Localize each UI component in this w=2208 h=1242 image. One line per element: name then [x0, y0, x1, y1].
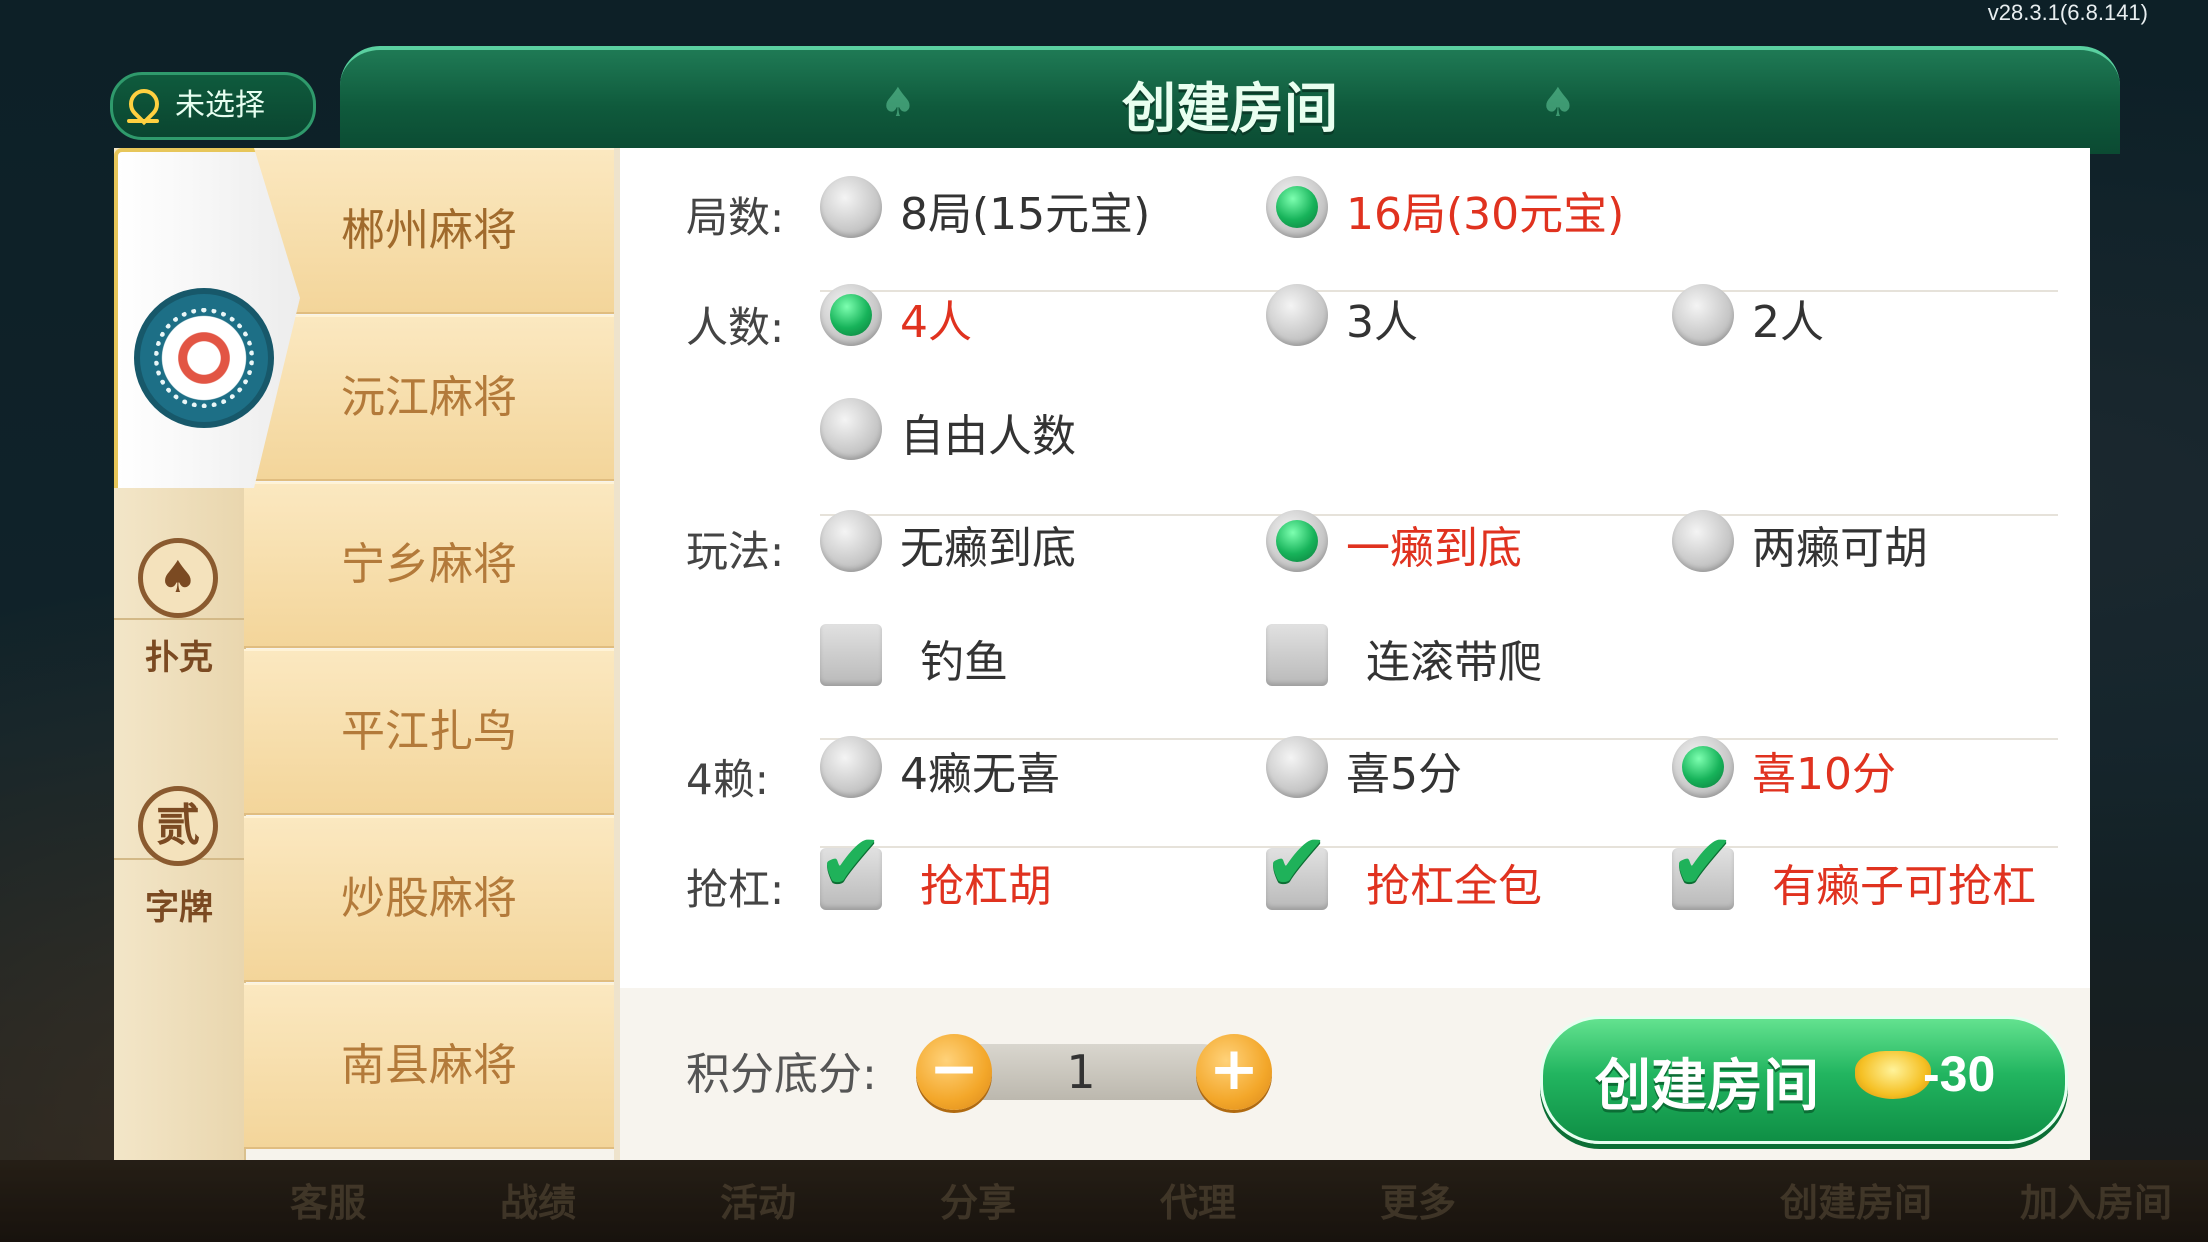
radio-button-selected — [1266, 176, 1328, 238]
radio-button — [820, 398, 882, 460]
rounds-option-16[interactable]: 16局(30元宝) — [1266, 174, 1646, 244]
radio-button — [820, 736, 882, 798]
category-zipai[interactable]: 贰 字牌 — [114, 768, 244, 1008]
minus-button[interactable]: − — [916, 1034, 992, 1110]
rules-option-none[interactable]: 无癞到底 — [820, 508, 1120, 578]
create-room-cost: -30 — [1923, 1046, 1996, 1102]
dialog-header: ♠ ♠ 创建房间 ✕ — [340, 46, 2120, 154]
radio-button — [820, 510, 882, 572]
checkbox — [1266, 624, 1328, 686]
dialog-title: 创建房间 — [1122, 77, 1338, 140]
options-panel: 局数: 8局(15元宝) 16局(30元宝) 人数: 4人 3人 2人 自由人数… — [620, 148, 2090, 988]
create-room-label: 创建房间 — [1595, 1054, 1819, 1119]
players-option-free[interactable]: 自由人数 — [820, 396, 1120, 466]
plus-button[interactable]: + — [1196, 1034, 1272, 1110]
radio-button-selected — [820, 284, 882, 346]
dialog-body: ♠ 扑克 贰 字牌 郴州麻将 沅江麻将 宁乡麻将 平江扎鸟 炒股麻将 南县麻将 … — [114, 148, 2090, 1160]
location-selector[interactable]: 未选择 — [110, 72, 316, 140]
score-label: 积分底分: — [686, 1049, 877, 1100]
create-room-dialog: ♠ ♠ 创建房间 ✕ 未选择 ♠ 扑克 贰 字牌 郴州麻将 沅江麻将 — [110, 40, 2120, 1160]
radio-button — [1266, 736, 1328, 798]
category-poker-label: 扑克 — [145, 638, 213, 678]
mahjong-icon — [134, 288, 274, 428]
zipai-icon: 贰 — [138, 786, 218, 866]
checkbox — [820, 624, 882, 686]
rules-check-fishing[interactable]: 钓鱼 — [820, 622, 1080, 692]
checkbox-checked — [1670, 818, 1735, 910]
game-item[interactable]: 南县麻将 — [244, 983, 614, 1149]
radio-button — [1672, 510, 1734, 572]
version-label: v28.3.1(6.8.141) — [1987, 0, 2148, 25]
checkbox-checked — [1264, 818, 1329, 910]
players-option-3[interactable]: 3人 — [1266, 282, 1466, 352]
radio-button-selected — [1672, 736, 1734, 798]
location-label: 未选择 — [175, 88, 265, 123]
dialog-footer: 积分底分: 1 − + 创建房间 -30 — [620, 988, 2090, 1160]
rules-option-one[interactable]: 一癞到底 — [1266, 508, 1566, 578]
game-item[interactable]: 炒股麻将 — [244, 816, 614, 982]
game-item[interactable]: 沅江麻将 — [244, 315, 614, 481]
qianggang-check-hu[interactable]: 抢杠胡 — [818, 818, 1120, 916]
qianggang-check-all[interactable]: 抢杠全包 — [1264, 818, 1606, 916]
players-option-4[interactable]: 4人 — [820, 282, 1020, 352]
checkbox-checked — [818, 818, 883, 910]
four-lai-option-none[interactable]: 4癞无喜 — [820, 734, 1120, 804]
radio-button — [820, 176, 882, 238]
game-item[interactable]: 宁乡麻将 — [244, 482, 614, 648]
category-zipai-label: 字牌 — [145, 888, 213, 928]
rules-label: 玩法: — [686, 527, 785, 576]
radio-button — [1266, 284, 1328, 346]
four-lai-option-10[interactable]: 喜10分 — [1672, 734, 1972, 804]
four-lai-option-5[interactable]: 喜5分 — [1266, 734, 1566, 804]
rules-option-two[interactable]: 两癞可胡 — [1672, 508, 1972, 578]
create-room-button[interactable]: 创建房间 -30 — [1540, 1016, 2068, 1144]
spade-icon: ♠ — [138, 538, 218, 618]
qianggang-label: 抢杠: — [686, 865, 785, 914]
gold-ingot-icon — [1855, 1051, 1931, 1099]
four-lai-label: 4赖: — [686, 755, 769, 804]
players-option-2[interactable]: 2人 — [1672, 282, 1872, 352]
category-poker[interactable]: ♠ 扑克 — [114, 538, 244, 778]
qianggang-check-lai[interactable]: 有癞子可抢杠 — [1670, 818, 2090, 916]
rules-check-roll[interactable]: 连滚带爬 — [1266, 622, 1586, 692]
game-item[interactable]: 平江扎鸟 — [244, 649, 614, 815]
rounds-option-8[interactable]: 8局(15元宝) — [820, 174, 1160, 244]
players-label: 人数: — [686, 303, 785, 352]
rounds-label: 局数: — [686, 193, 785, 242]
game-item[interactable]: 郴州麻将 — [244, 148, 614, 314]
radio-button-selected — [1266, 510, 1328, 572]
radio-button — [1672, 284, 1734, 346]
